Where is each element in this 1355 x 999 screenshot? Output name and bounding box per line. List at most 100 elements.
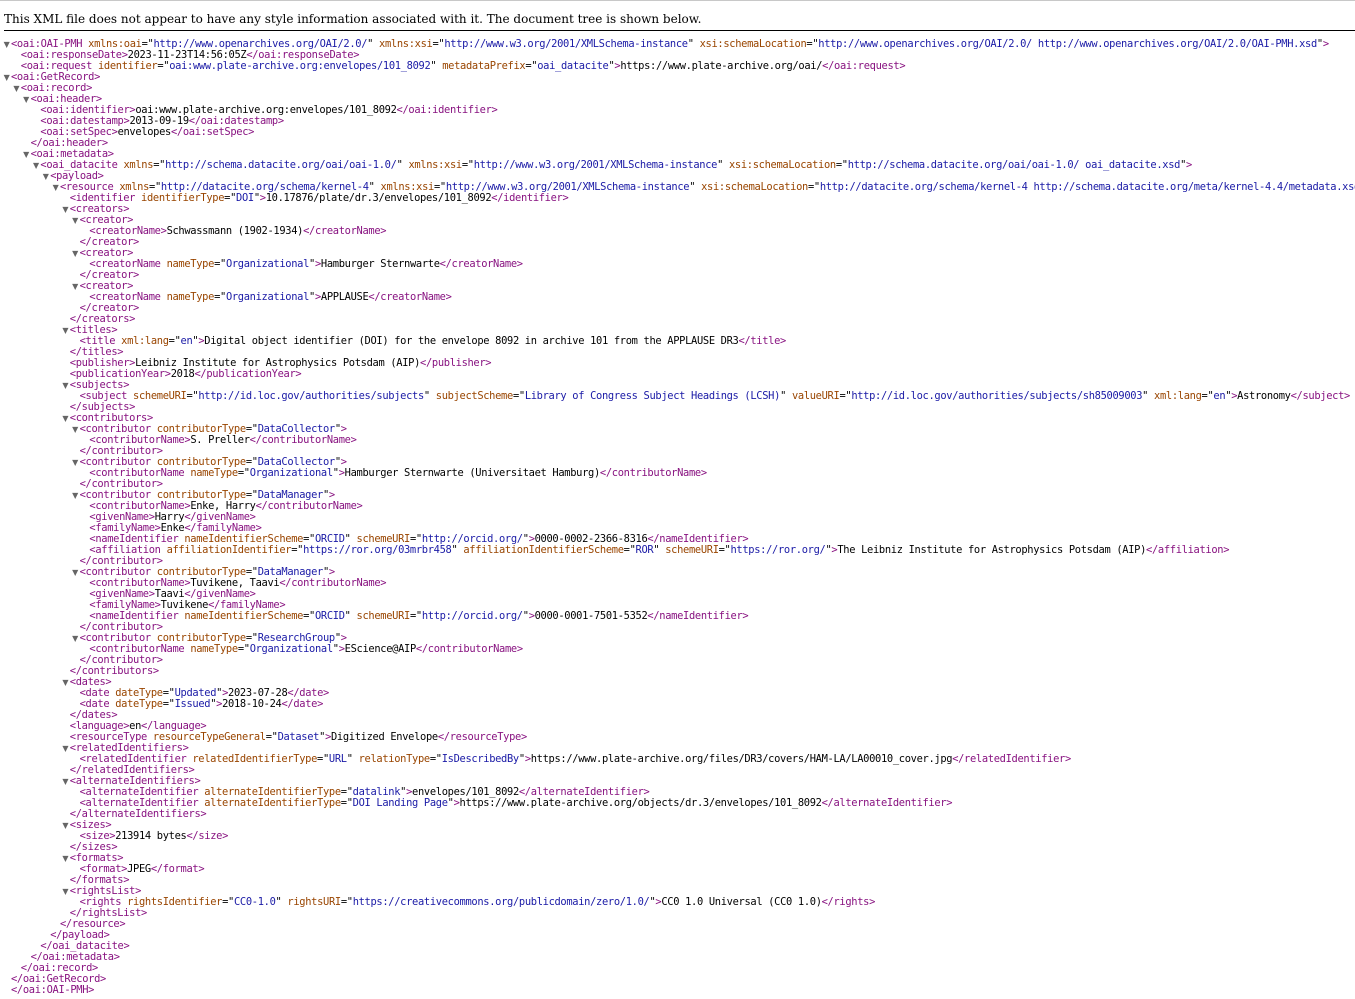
xml-text: ": [1142, 390, 1155, 402]
collapse-toggle-icon[interactable]: ▼: [41, 171, 50, 182]
xml-text: =": [157, 60, 170, 72]
attr-name: xmlns:xsi: [379, 38, 433, 50]
xml-text: 2018: [170, 368, 195, 380]
xml-tag: </format>: [150, 863, 205, 875]
xml-text: JPEG: [127, 863, 151, 875]
collapse-toggle-icon[interactable]: ▼: [71, 490, 80, 501]
xml-tag: </contributorName>: [415, 643, 523, 655]
xml-text: =": [623, 544, 636, 556]
collapse-toggle-icon[interactable]: ▼: [61, 820, 70, 831]
attr-name: relationType: [358, 753, 431, 765]
xml-tag: </affiliation>: [1146, 544, 1230, 556]
attr-value: en: [180, 335, 193, 347]
xml-tag: </oai:request>: [822, 60, 906, 72]
attr-name: nameType: [166, 291, 215, 303]
collapse-toggle-icon[interactable]: ▼: [51, 182, 60, 193]
collapse-toggle-icon[interactable]: ▼: [31, 160, 40, 171]
collapse-toggle-icon[interactable]: ▼: [71, 424, 80, 435]
xml-line: </sizes>: [0, 842, 1355, 853]
xml-line: <identifier identifierType="DOI">10.1787…: [0, 193, 1355, 204]
xml-text: =": [186, 390, 199, 402]
collapse-toggle-icon[interactable]: ▼: [61, 776, 70, 787]
xml-viewer-header: This XML file does not appear to have an…: [0, 0, 1355, 32]
attr-name: xsi:schemaLocation: [699, 38, 807, 50]
collapse-toggle-icon[interactable]: ▼: [2, 39, 11, 50]
xml-line: <title xml:lang="en">Digital object iden…: [0, 336, 1355, 347]
xml-text: =": [214, 291, 226, 303]
collapse-toggle-icon[interactable]: ▼: [61, 677, 70, 688]
xml-line: ▼ <oai:record>: [0, 83, 1355, 94]
attr-value: Organizational: [225, 291, 310, 303]
attr-name: xmlns:xsi: [408, 159, 462, 171]
xml-line: </contributors>: [0, 666, 1355, 677]
collapse-toggle-icon[interactable]: ▼: [71, 633, 80, 644]
xml-line: <affiliation affiliationIdentifier="http…: [0, 545, 1355, 556]
collapse-toggle-icon[interactable]: ▼: [61, 413, 70, 424]
xml-line: <contributorName nameType="Organizationa…: [0, 468, 1355, 479]
xml-text: =": [224, 192, 237, 204]
xml-line: <subject schemeURI="http://id.loc.gov/au…: [0, 391, 1355, 402]
xml-text: =": [162, 698, 175, 710]
xml-text: ": [780, 390, 792, 402]
collapse-toggle-icon[interactable]: ▼: [61, 853, 70, 864]
xml-text: =": [291, 544, 304, 556]
collapse-toggle-icon[interactable]: ▼: [71, 215, 80, 226]
xml-text: =": [432, 38, 445, 50]
xml-tag: </publisher>: [420, 357, 492, 369]
attr-value: DOI: [236, 192, 254, 204]
xml-text: Astronomy: [1237, 390, 1291, 402]
xml-tag: </contributorName>: [279, 577, 387, 589]
xml-text: =": [303, 610, 315, 622]
xml-text: =": [222, 896, 234, 908]
collapse-toggle-icon[interactable]: ▼: [22, 94, 31, 105]
xml-tag: </relatedIdentifier>: [952, 753, 1071, 765]
attr-value: IsDescribedBy: [441, 753, 519, 765]
attr-value: http://id.loc.gov/authorities/subjects: [198, 390, 424, 402]
collapse-toggle-icon[interactable]: ▼: [61, 743, 70, 754]
xml-line: <publicationYear>2018</publicationYear>: [0, 369, 1355, 380]
attr-name: xsi:schemaLocation: [701, 181, 808, 193]
collapse-toggle-icon[interactable]: ▼: [71, 248, 80, 259]
xml-text: =": [214, 258, 226, 270]
collapse-toggle-icon[interactable]: ▼: [61, 886, 70, 897]
xml-text: S. Preller: [190, 434, 250, 446]
xml-line: </oai:GetRecord>: [0, 974, 1355, 985]
attr-value: en: [1213, 390, 1226, 402]
attr-name: xml:lang: [121, 335, 169, 347]
attr-value: oai:www.plate-archive.org:envelopes/101_…: [169, 60, 431, 72]
xml-text: =": [317, 753, 329, 765]
collapse-toggle-icon[interactable]: ▼: [61, 204, 70, 215]
collapse-toggle-icon[interactable]: ▼: [22, 149, 31, 160]
attr-value: Organizational: [249, 467, 333, 479]
collapse-toggle-icon[interactable]: ▼: [2, 72, 11, 83]
collapse-toggle-icon[interactable]: ▼: [61, 380, 70, 391]
xml-line: </contributor>: [0, 655, 1355, 666]
xml-text: Digital object identifier (DOI) for the …: [204, 335, 739, 347]
xml-text: 10.17876/plate/dr.3/envelopes/101_8092: [265, 192, 492, 204]
collapse-toggle-icon[interactable]: ▼: [12, 83, 21, 94]
attr-value: ORCID: [314, 610, 345, 622]
attr-value: URL: [328, 753, 347, 765]
xml-text: ": [344, 610, 357, 622]
attr-value: https://ror.org/: [730, 544, 826, 556]
xml-tag: </contributorName>: [255, 500, 363, 512]
attr-name: metadataPrefix: [442, 60, 526, 72]
attr-name: affiliationIdentifierScheme: [463, 544, 624, 556]
collapse-toggle-icon[interactable]: ▼: [61, 325, 70, 336]
collapse-toggle-icon[interactable]: ▼: [71, 457, 80, 468]
xml-text: APPLAUSE: [320, 291, 369, 303]
xml-tag: </oai:setSpec>: [170, 126, 255, 138]
xml-text: =": [153, 159, 166, 171]
xml-line: </creators>: [0, 314, 1355, 325]
no-style-notice: This XML file does not appear to have an…: [4, 12, 702, 26]
xml-text: 2018-10-24: [222, 698, 282, 710]
collapse-toggle-icon[interactable]: ▼: [71, 281, 80, 292]
xml-text: =": [807, 181, 820, 193]
xml-line: <creatorName nameType="Organizational">A…: [0, 292, 1355, 303]
collapse-toggle-icon[interactable]: ▼: [71, 567, 80, 578]
attr-name: alternateIdentifierType: [204, 797, 341, 809]
xml-text: ": [687, 38, 700, 50]
xml-line: </relatedIdentifiers>: [0, 765, 1355, 776]
xml-text: =": [265, 731, 278, 743]
xml-line: <oai:setSpec>envelopes</oai:setSpec>: [0, 127, 1355, 138]
